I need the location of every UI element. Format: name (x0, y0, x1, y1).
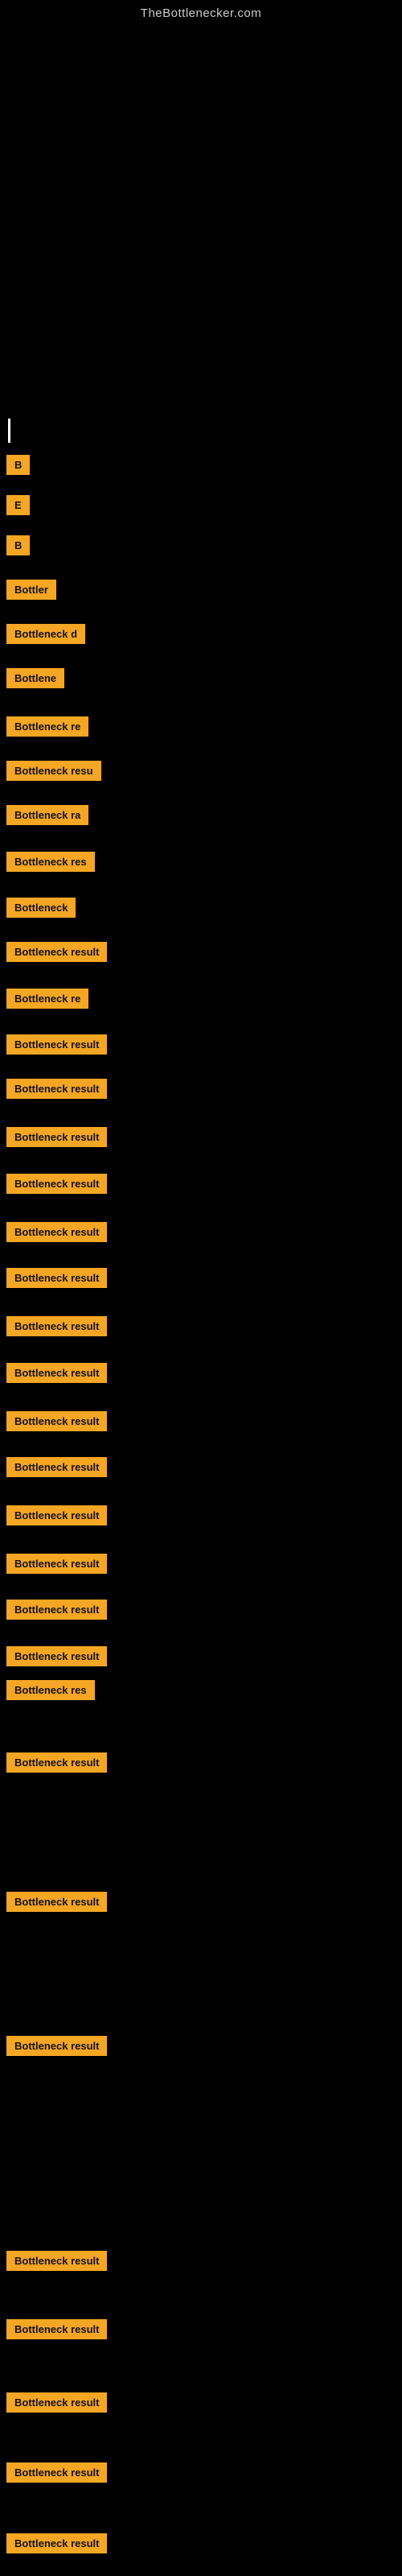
result-item-32: Bottleneck result (0, 2251, 107, 2271)
result-tag: Bottleneck result (6, 1505, 107, 1525)
result-item-28: Bottleneck res (0, 1680, 95, 1700)
result-tag: Bottleneck result (6, 1752, 107, 1773)
result-tag: Bottleneck d (6, 624, 85, 644)
result-tag: Bottleneck result (6, 1600, 107, 1620)
result-tag: B (6, 455, 30, 475)
result-item-22: Bottleneck result (0, 1411, 107, 1431)
result-tag: Bottleneck result (6, 1079, 107, 1099)
result-item-17: Bottleneck result (0, 1174, 107, 1194)
result-tag: Bottleneck (6, 898, 76, 918)
result-tag: Bottleneck result (6, 2319, 107, 2339)
result-tag: Bottleneck res (6, 1680, 95, 1700)
result-item-9: Bottleneck ra (0, 805, 88, 825)
result-item-25: Bottleneck result (0, 1554, 107, 1574)
result-tag: Bottleneck resu (6, 761, 101, 781)
result-item-20: Bottleneck result (0, 1316, 107, 1336)
result-tag: Bottleneck result (6, 1222, 107, 1242)
result-tag: Bottleneck res (6, 852, 95, 872)
result-tag: B (6, 535, 30, 555)
result-item-26: Bottleneck result (0, 1600, 107, 1620)
result-item-35: Bottleneck result (0, 2462, 107, 2483)
result-tag: Bottleneck result (6, 1127, 107, 1147)
result-item-19: Bottleneck result (0, 1268, 107, 1288)
result-item-11: Bottleneck (0, 898, 76, 918)
result-item-27: Bottleneck result (0, 1646, 107, 1666)
result-item-12: Bottleneck result (0, 942, 107, 962)
result-tag: Bottleneck result (6, 1363, 107, 1383)
result-tag: Bottleneck result (6, 1316, 107, 1336)
result-tag: Bottleneck result (6, 1411, 107, 1431)
result-item-7: Bottleneck re (0, 716, 88, 737)
result-item-24: Bottleneck result (0, 1505, 107, 1525)
result-tag: Bottleneck result (6, 2251, 107, 2271)
result-tag: Bottlene (6, 668, 64, 688)
result-item-18: Bottleneck result (0, 1222, 107, 1242)
result-tag: Bottleneck re (6, 716, 88, 737)
result-tag: Bottleneck ra (6, 805, 88, 825)
result-item-3: B (0, 535, 30, 555)
result-item-6: Bottlene (0, 668, 64, 688)
result-item-31: Bottleneck result (0, 2036, 107, 2056)
result-tag: Bottleneck result (6, 1646, 107, 1666)
result-tag: Bottleneck result (6, 1268, 107, 1288)
result-tag: Bottleneck result (6, 1554, 107, 1574)
result-item-8: Bottleneck resu (0, 761, 101, 781)
result-tag: Bottler (6, 580, 56, 600)
result-item-34: Bottleneck result (0, 2392, 107, 2413)
result-tag: Bottleneck result (6, 1174, 107, 1194)
result-item-5: Bottleneck d (0, 624, 85, 644)
result-tag: Bottleneck result (6, 1892, 107, 1912)
result-item-15: Bottleneck result (0, 1079, 107, 1099)
result-item-14: Bottleneck result (0, 1034, 107, 1055)
result-item-36: Bottleneck result (0, 2533, 107, 2553)
cursor-indicator (8, 419, 10, 443)
result-item-30: Bottleneck result (0, 1892, 107, 1912)
result-tag: Bottleneck result (6, 1457, 107, 1477)
result-item-4: Bottler (0, 580, 56, 600)
result-tag: E (6, 495, 30, 515)
result-tag: Bottleneck result (6, 2392, 107, 2413)
result-item-10: Bottleneck res (0, 852, 95, 872)
result-item-23: Bottleneck result (0, 1457, 107, 1477)
result-item-29: Bottleneck result (0, 1752, 107, 1773)
result-item-2: E (0, 495, 30, 515)
site-title: TheBottlenecker.com (0, 0, 402, 23)
main-chart-area (0, 23, 402, 434)
result-tag: Bottleneck result (6, 942, 107, 962)
result-tag: Bottleneck result (6, 1034, 107, 1055)
result-item-16: Bottleneck result (0, 1127, 107, 1147)
result-item-33: Bottleneck result (0, 2319, 107, 2339)
result-item-13: Bottleneck re (0, 989, 88, 1009)
result-item-1: B (0, 455, 30, 475)
result-tag: Bottleneck result (6, 2036, 107, 2056)
result-tag: Bottleneck result (6, 2533, 107, 2553)
result-tag: Bottleneck result (6, 2462, 107, 2483)
result-item-21: Bottleneck result (0, 1363, 107, 1383)
result-tag: Bottleneck re (6, 989, 88, 1009)
